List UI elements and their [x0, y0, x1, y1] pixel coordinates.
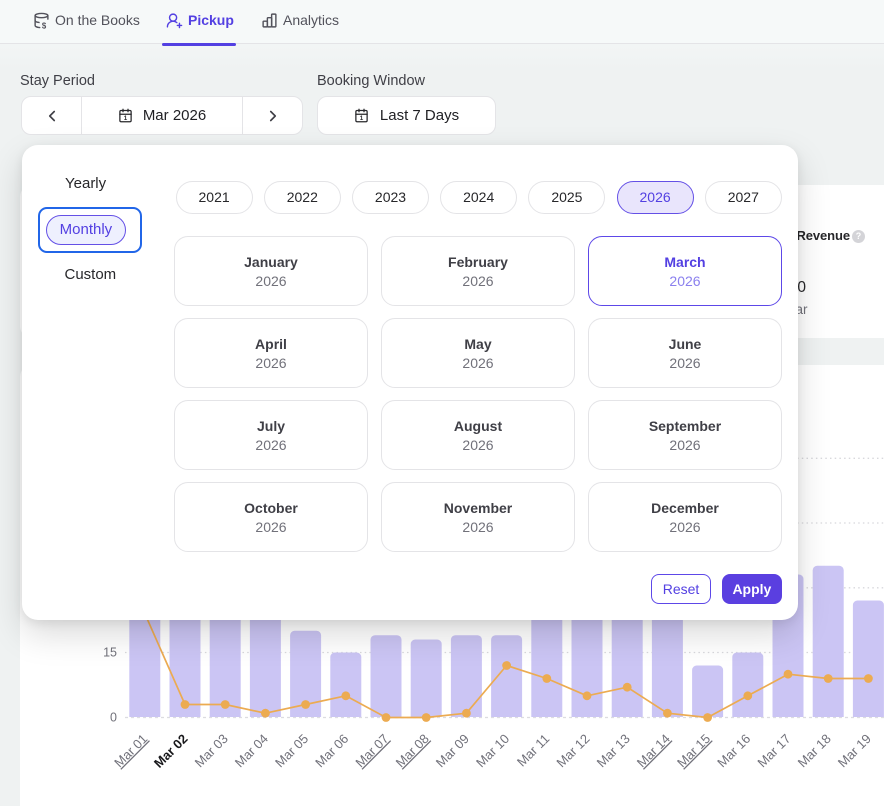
svg-text:Mar 18: Mar 18	[795, 731, 834, 770]
svg-text:Mar 10: Mar 10	[473, 731, 512, 770]
svg-text:Mar 07: Mar 07	[352, 731, 391, 770]
svg-text:Mar 09: Mar 09	[433, 731, 472, 770]
svg-text:Mar 08: Mar 08	[393, 731, 432, 770]
svg-text:Mar 19: Mar 19	[835, 731, 874, 770]
svg-text:Mar 02: Mar 02	[151, 731, 191, 771]
svg-text:Mar 12: Mar 12	[553, 731, 592, 770]
svg-text:Mar 05: Mar 05	[272, 731, 311, 770]
svg-text:Mar 16: Mar 16	[714, 731, 753, 770]
svg-text:Mar 14: Mar 14	[634, 731, 673, 770]
svg-text:1: 1	[124, 115, 128, 122]
svg-text:$: $	[42, 21, 47, 29]
svg-text:Mar 13: Mar 13	[594, 731, 633, 770]
svg-text:0: 0	[110, 711, 117, 725]
svg-text:Mar 11: Mar 11	[514, 731, 553, 770]
svg-text:Mar 04: Mar 04	[232, 731, 271, 770]
svg-text:1: 1	[360, 115, 364, 122]
svg-text:Mar 03: Mar 03	[192, 731, 231, 770]
svg-text:Mar 17: Mar 17	[754, 731, 793, 770]
svg-text:Mar 15: Mar 15	[674, 731, 713, 770]
svg-text:Mar 06: Mar 06	[312, 731, 351, 770]
svg-text:15: 15	[103, 646, 117, 660]
svg-text:Mar 01: Mar 01	[111, 731, 150, 770]
